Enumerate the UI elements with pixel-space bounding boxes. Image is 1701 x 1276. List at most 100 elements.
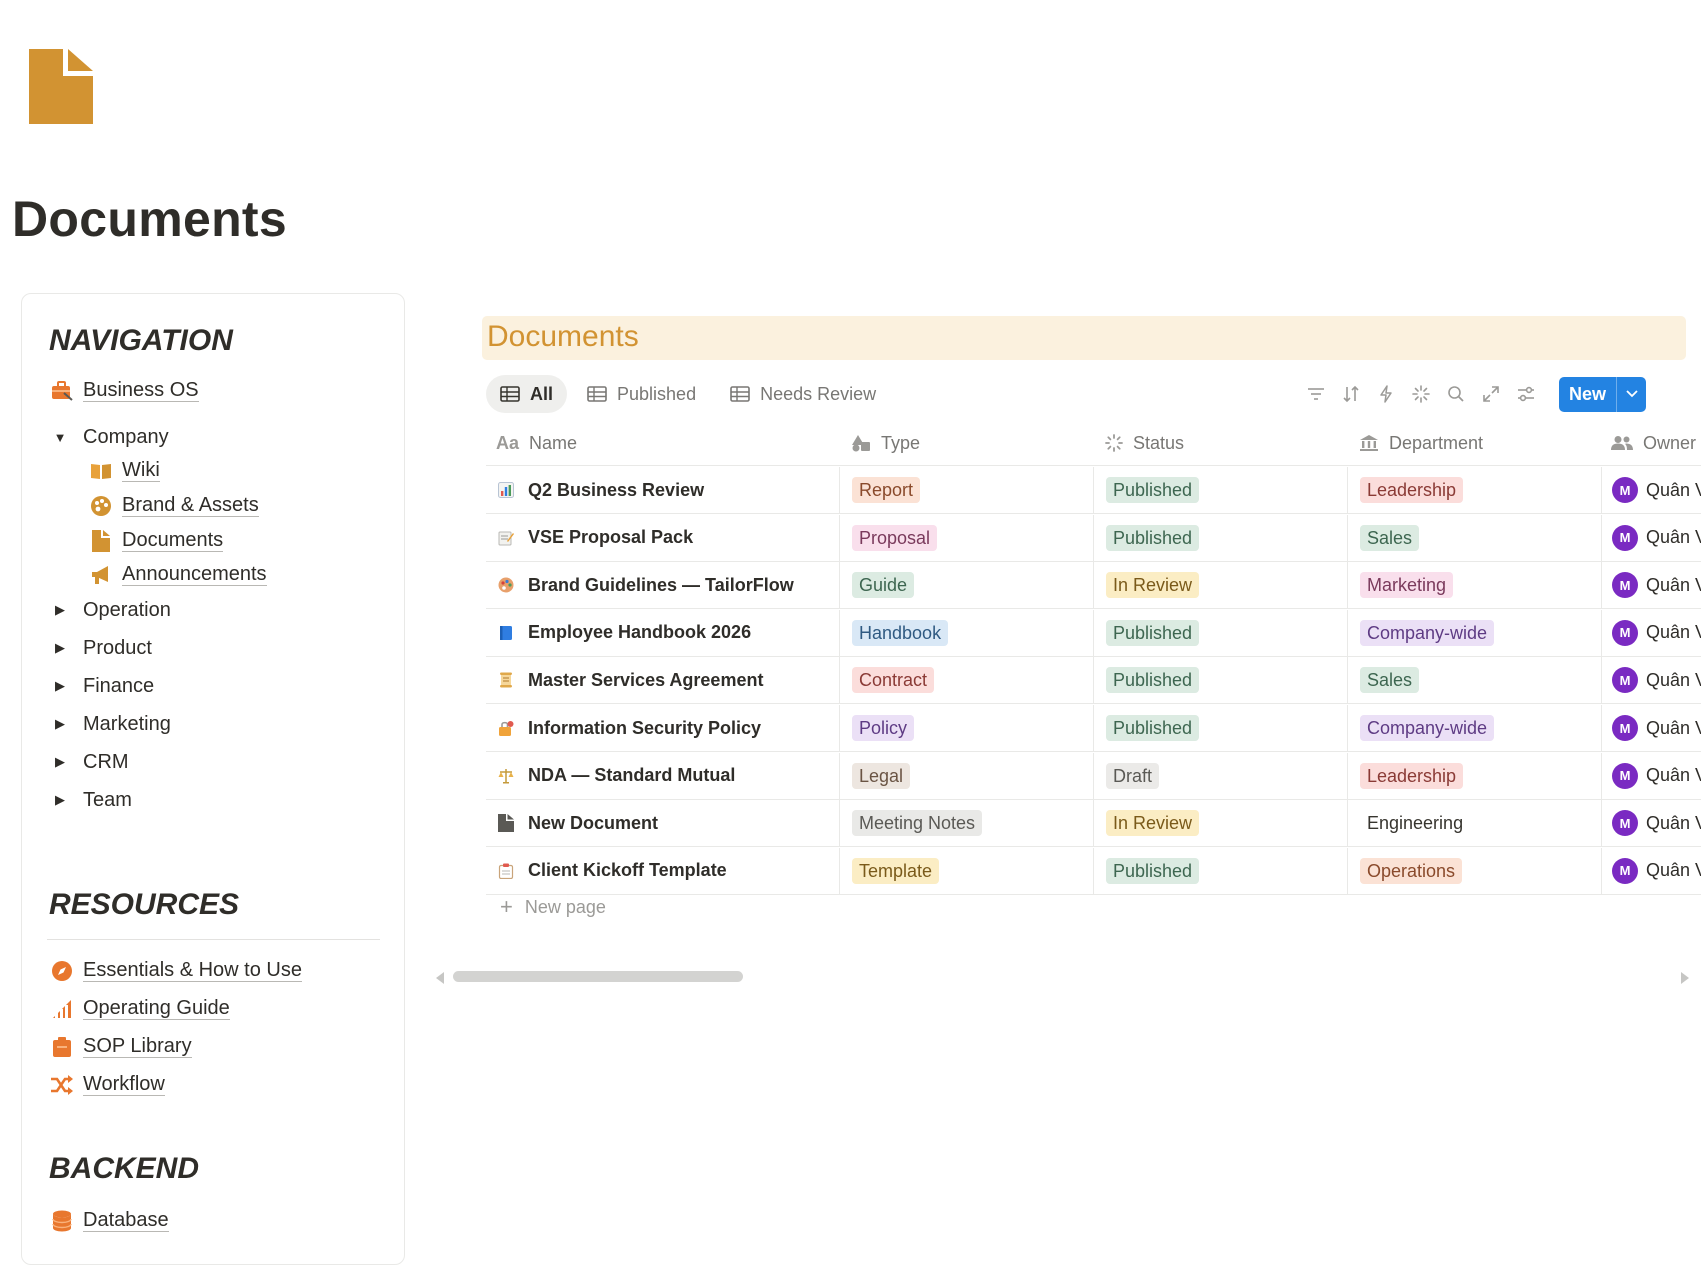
nav-database[interactable]: Database — [49, 1206, 169, 1236]
nav-essentials[interactable]: Essentials & How to Use — [49, 956, 302, 986]
table-row[interactable]: New Document Meeting Notes In Review Engine… — [486, 800, 1701, 848]
cell-type[interactable]: Contract — [839, 657, 1093, 704]
triangle-right-icon[interactable]: ▶ — [49, 678, 71, 694]
table-row[interactable]: Master Services Agreement Contract Publish… — [486, 657, 1701, 705]
table-row[interactable]: Q2 Business Review Report Published Leaders… — [486, 467, 1701, 514]
cell-owner[interactable]: M Quân V — [1601, 847, 1701, 894]
cell-type[interactable]: Handbook — [839, 609, 1093, 656]
triangle-right-icon[interactable]: ▶ — [49, 602, 71, 618]
tab-published[interactable]: Published — [573, 375, 710, 413]
cell-name[interactable]: Employee Handbook 2026 — [486, 610, 839, 656]
nav-company-toggle[interactable]: ▼ Company — [49, 422, 169, 452]
search-icon[interactable] — [1438, 378, 1473, 410]
column-header-status[interactable]: Status — [1093, 421, 1347, 465]
cell-status[interactable]: Published — [1093, 705, 1347, 751]
nav-finance-toggle[interactable]: ▶ Finance — [49, 671, 154, 701]
sparkle-icon[interactable] — [1403, 378, 1438, 410]
cell-type[interactable]: Report — [839, 467, 1093, 513]
cell-owner[interactable]: M Quân V — [1601, 705, 1701, 751]
cell-name[interactable]: Brand Guidelines — TailorFlow — [486, 562, 839, 608]
nav-business-os[interactable]: Business OS — [49, 376, 199, 406]
cell-name[interactable]: Client Kickoff Template — [486, 848, 839, 894]
nav-brand-assets[interactable]: Brand & Assets — [88, 491, 259, 521]
triangle-down-icon[interactable]: ▼ — [49, 430, 71, 445]
cell-department[interactable]: Company-wide — [1347, 609, 1601, 656]
cell-owner[interactable]: M Quân V — [1601, 609, 1701, 656]
type-tag[interactable]: Proposal — [852, 524, 938, 551]
cell-type[interactable]: Legal — [839, 752, 1093, 799]
cell-name[interactable]: New Document — [486, 800, 839, 846]
cell-type[interactable]: Template — [839, 847, 1093, 894]
column-header-owner[interactable]: Owner — [1601, 421, 1701, 465]
cell-owner[interactable]: M Quân V — [1601, 562, 1701, 609]
table-row[interactable]: VSE Proposal Pack Proposal Published Sales M… — [486, 514, 1701, 562]
cell-department[interactable]: Company-wide — [1347, 705, 1601, 751]
table-row[interactable]: Brand Guidelines — TailorFlow Guide In Rev… — [486, 562, 1701, 610]
nav-marketing-toggle[interactable]: ▶ Marketing — [49, 709, 171, 739]
status-tag[interactable]: Published — [1106, 477, 1200, 503]
triangle-right-icon[interactable]: ▶ — [49, 792, 71, 808]
page-document-icon[interactable] — [29, 49, 93, 124]
type-tag[interactable]: Report — [852, 477, 921, 503]
cell-status[interactable]: In Review — [1093, 562, 1347, 609]
cell-owner[interactable]: M Quân V — [1601, 514, 1701, 561]
cell-type[interactable]: Guide — [839, 562, 1093, 609]
nav-crm-toggle[interactable]: ▶ CRM — [49, 747, 129, 777]
table-row[interactable]: Employee Handbook 2026 Handbook Published C… — [486, 609, 1701, 657]
column-header-type[interactable]: Type — [839, 421, 1093, 465]
chevron-down-icon[interactable] — [1617, 377, 1646, 412]
horizontal-scrollbar-thumb[interactable] — [453, 971, 743, 982]
department-tag[interactable]: Leadership — [1360, 762, 1464, 789]
status-tag[interactable]: Published — [1106, 667, 1200, 694]
nav-announcements[interactable]: Announcements — [88, 560, 267, 590]
department-tag[interactable]: Sales — [1360, 667, 1420, 694]
cell-owner[interactable]: M Quân V — [1601, 467, 1701, 513]
status-tag[interactable]: In Review — [1106, 572, 1200, 599]
lightning-icon[interactable] — [1368, 378, 1403, 410]
type-tag[interactable]: Contract — [852, 667, 935, 694]
cell-status[interactable]: In Review — [1093, 800, 1347, 847]
cell-department[interactable]: Operations — [1347, 847, 1601, 894]
type-tag[interactable]: Guide — [852, 572, 915, 599]
type-tag[interactable]: Legal — [852, 762, 911, 789]
cell-department[interactable]: Leadership — [1347, 752, 1601, 799]
triangle-right-icon[interactable]: ▶ — [49, 716, 71, 732]
cell-name[interactable]: Master Services Agreement — [486, 657, 839, 703]
cell-department[interactable]: Leadership — [1347, 467, 1601, 513]
cell-name[interactable]: Information Security Policy — [486, 705, 839, 751]
cell-type[interactable]: Proposal — [839, 514, 1093, 561]
expand-icon[interactable] — [1473, 378, 1508, 410]
status-tag[interactable]: Published — [1106, 715, 1200, 741]
status-tag[interactable]: In Review — [1106, 810, 1200, 837]
cell-owner[interactable]: M Quân V — [1601, 752, 1701, 799]
cell-status[interactable]: Published — [1093, 847, 1347, 894]
cell-status[interactable]: Published — [1093, 514, 1347, 561]
cell-department[interactable]: Marketing — [1347, 562, 1601, 609]
cell-department[interactable]: Sales — [1347, 514, 1601, 561]
column-header-department[interactable]: Department — [1347, 421, 1601, 465]
database-title[interactable]: Documents — [487, 320, 639, 354]
new-button[interactable]: New — [1559, 377, 1616, 412]
cell-name[interactable]: VSE Proposal Pack — [486, 515, 839, 561]
type-tag[interactable]: Template — [852, 857, 940, 884]
table-row[interactable]: NDA — Standard Mutual Legal Draft Leadershi… — [486, 752, 1701, 800]
nav-documents[interactable]: Documents — [88, 526, 224, 556]
nav-sop-library[interactable]: SOP Library — [49, 1032, 192, 1062]
department-tag[interactable]: Company-wide — [1360, 619, 1495, 646]
cell-name[interactable]: Q2 Business Review — [486, 467, 839, 513]
table-row[interactable]: Information Security Policy Policy Publish… — [486, 705, 1701, 752]
nav-product-toggle[interactable]: ▶ Product — [49, 633, 152, 663]
cell-owner[interactable]: M Quân V — [1601, 657, 1701, 704]
nav-operating-guide[interactable]: Operating Guide — [49, 994, 230, 1024]
status-tag[interactable]: Published — [1106, 619, 1200, 646]
type-tag[interactable]: Policy — [852, 715, 915, 741]
triangle-right-icon[interactable]: ▶ — [49, 754, 71, 770]
cell-status[interactable]: Published — [1093, 467, 1347, 513]
nav-workflow[interactable]: Workflow — [49, 1070, 165, 1100]
type-tag[interactable]: Handbook — [852, 619, 949, 646]
type-tag[interactable]: Meeting Notes — [852, 810, 983, 837]
department-tag[interactable]: Company-wide — [1360, 715, 1495, 741]
department-tag[interactable]: Marketing — [1360, 572, 1454, 599]
cell-department[interactable]: Engineering — [1347, 800, 1601, 847]
status-tag[interactable]: Published — [1106, 857, 1200, 884]
